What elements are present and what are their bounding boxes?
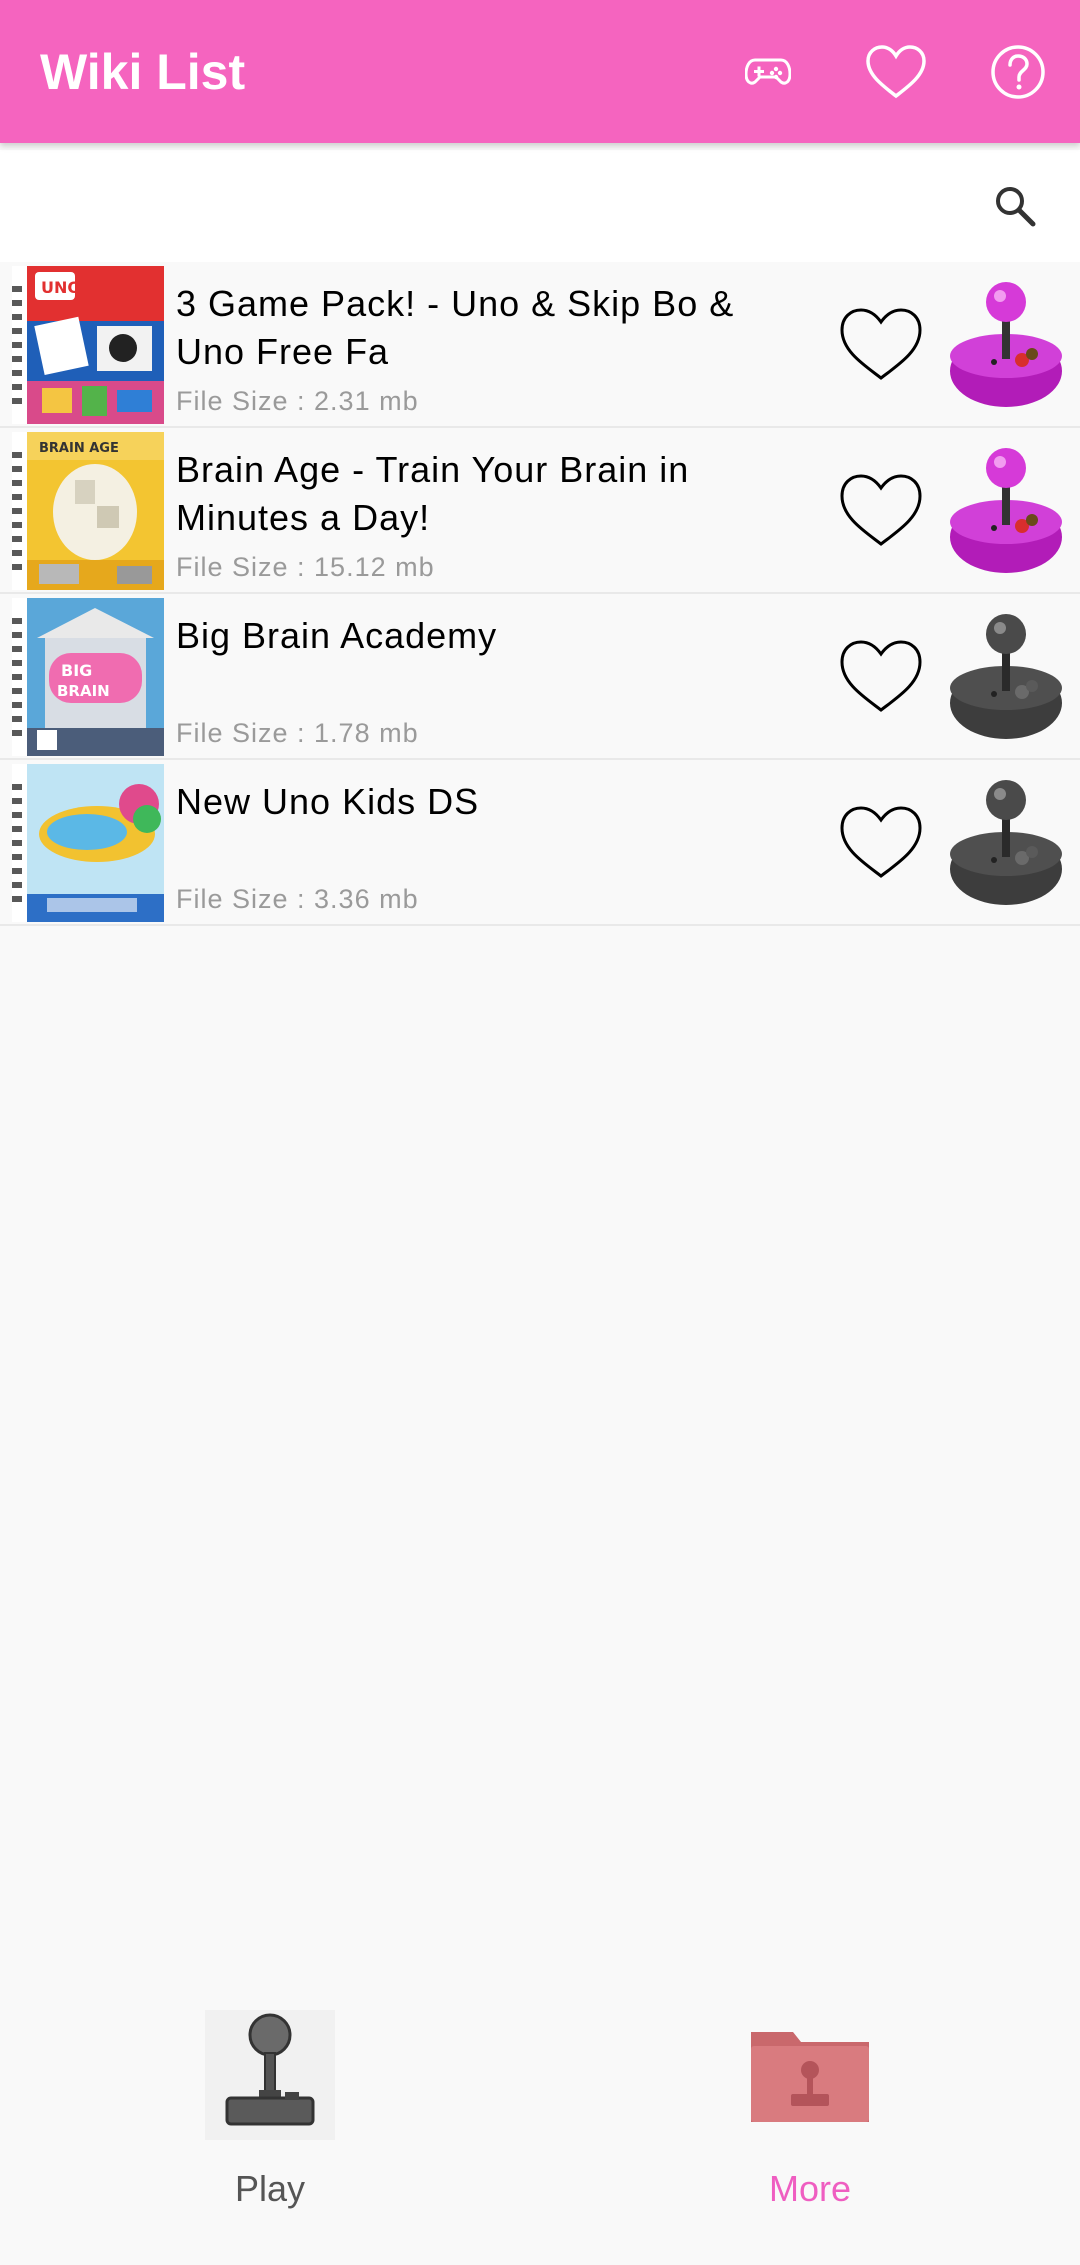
list-item[interactable]: New Uno Kids DS File Size : 3.36 mb xyxy=(0,760,1080,926)
nav-more[interactable]: More xyxy=(540,2000,1080,2265)
list-item[interactable]: BRAIN AGE Brain Age - Train Your Brain i… xyxy=(0,428,1080,594)
bottom-navigation: Play More xyxy=(0,2000,1080,2265)
gamepad-icon[interactable] xyxy=(732,38,804,106)
search-icon[interactable] xyxy=(985,176,1045,236)
joystick-icon[interactable] xyxy=(944,276,1068,416)
game-title: New Uno Kids DS xyxy=(176,781,480,822)
joystick-icon[interactable] xyxy=(944,442,1068,582)
game-cover-image xyxy=(12,764,164,922)
nav-more-label: More xyxy=(768,2168,852,2209)
joystick-icon xyxy=(205,2010,335,2140)
list-item[interactable]: BIG BRAIN Big Brain Academy File Size : … xyxy=(0,594,1080,760)
list-item[interactable]: UNO 3 Game Pack! - Uno & Skip Bo & Uno F… xyxy=(0,262,1080,428)
favorite-heart-icon[interactable] xyxy=(836,468,926,552)
svg-text:UNO: UNO xyxy=(41,278,81,297)
game-cover-image: UNO xyxy=(12,266,164,424)
favorite-heart-icon[interactable] xyxy=(836,302,926,386)
game-title: 3 Game Pack! - Uno & Skip Bo & Uno Free … xyxy=(176,283,735,372)
svg-text:BRAIN AGE: BRAIN AGE xyxy=(39,441,119,456)
favorite-heart-icon[interactable] xyxy=(836,800,926,884)
game-title: Brain Age - Train Your Brain in Minutes … xyxy=(176,449,690,538)
file-size: File Size : 3.36 mb xyxy=(176,884,419,914)
search-bar xyxy=(0,150,1080,262)
game-cover-image: BIG BRAIN xyxy=(12,598,164,756)
help-icon[interactable] xyxy=(982,38,1054,106)
nav-play[interactable]: Play xyxy=(0,2000,540,2265)
joystick-icon[interactable] xyxy=(944,608,1068,748)
favorite-heart-icon[interactable] xyxy=(836,634,926,718)
svg-text:BRAIN: BRAIN xyxy=(57,682,110,700)
game-cover-image: BRAIN AGE xyxy=(12,432,164,590)
nav-play-label: Play xyxy=(234,2168,306,2209)
folder-joystick-icon xyxy=(745,2010,875,2140)
app-title: Wiki List xyxy=(40,44,246,100)
file-size: File Size : 1.78 mb xyxy=(176,718,419,748)
app-bar: Wiki List xyxy=(0,0,1080,143)
file-size: File Size : 15.12 mb xyxy=(176,552,435,582)
file-size: File Size : 2.31 mb xyxy=(176,386,419,416)
game-title: Big Brain Academy xyxy=(176,615,498,656)
favorites-heart-icon[interactable] xyxy=(860,38,932,106)
joystick-icon[interactable] xyxy=(944,774,1068,914)
game-list: UNO 3 Game Pack! - Uno & Skip Bo & Uno F… xyxy=(0,262,1080,926)
svg-text:BIG: BIG xyxy=(61,661,92,680)
